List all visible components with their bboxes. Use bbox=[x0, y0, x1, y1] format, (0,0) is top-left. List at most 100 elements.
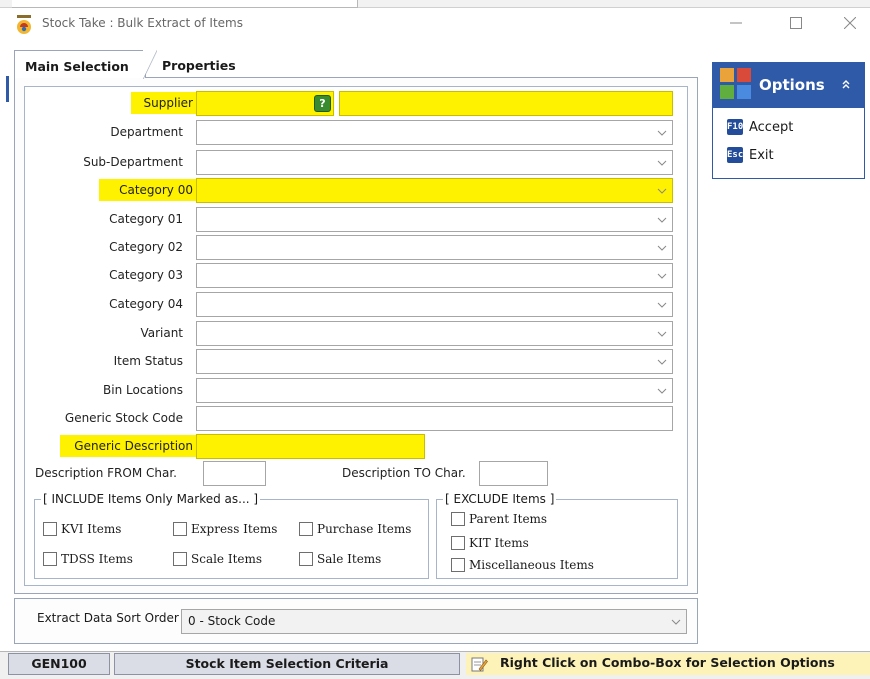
checkbox-box[interactable] bbox=[451, 512, 465, 526]
include-group-legend: [ INCLUDE Items Only Marked as... ] bbox=[41, 492, 261, 506]
question-lookup-icon: ? bbox=[319, 97, 326, 110]
description-to-input[interactable] bbox=[479, 461, 548, 486]
checkbox-box[interactable] bbox=[299, 552, 313, 566]
category-02-label: Category 02 bbox=[109, 240, 183, 254]
category-00-label: Category 00 bbox=[99, 179, 199, 201]
status-hint: Right Click on Combo-Box for Selection O… bbox=[466, 653, 870, 675]
options-title: Options bbox=[759, 76, 825, 94]
description-from-input[interactable] bbox=[203, 461, 266, 486]
checkbox-box[interactable] bbox=[43, 522, 57, 536]
category-04-combo[interactable] bbox=[196, 292, 673, 317]
supplier-name-input[interactable] bbox=[339, 91, 673, 116]
app-logo-icon bbox=[17, 15, 31, 34]
tab-main-selection[interactable]: Main Selection bbox=[14, 50, 157, 79]
supplier-label: Supplier bbox=[131, 92, 199, 114]
exit-label: Exit bbox=[749, 147, 774, 163]
variant-combo[interactable] bbox=[196, 321, 673, 346]
scale-items-checkbox[interactable]: Scale Items bbox=[173, 552, 262, 566]
close-button[interactable] bbox=[830, 10, 870, 36]
accept-label: Accept bbox=[749, 119, 794, 135]
miscellaneous-items-label: Miscellaneous Items bbox=[469, 558, 594, 572]
kit-items-checkbox[interactable]: KIT Items bbox=[451, 536, 529, 550]
options-grid-icon bbox=[720, 68, 751, 99]
status-code: GEN100 bbox=[8, 653, 110, 675]
category-04-label: Category 04 bbox=[109, 297, 183, 311]
selection-criteria-box: Supplier ? Department Sub-Department Cat… bbox=[24, 86, 688, 586]
close-icon bbox=[844, 17, 856, 29]
esc-key-icon: Esc bbox=[727, 147, 743, 163]
minimize-button[interactable] bbox=[716, 10, 756, 36]
maximize-button[interactable] bbox=[776, 10, 816, 36]
item-status-combo[interactable] bbox=[196, 349, 673, 374]
chevron-double-up-icon bbox=[842, 80, 850, 89]
supplier-code-input[interactable]: ? bbox=[196, 91, 334, 116]
supplier-lookup-button[interactable]: ? bbox=[314, 95, 331, 112]
generic-stock-code-input[interactable] bbox=[196, 406, 673, 431]
kvi-items-checkbox[interactable]: KVI Items bbox=[43, 522, 121, 536]
chevron-down-icon[interactable] bbox=[652, 151, 672, 174]
kit-items-label: KIT Items bbox=[469, 536, 529, 550]
chevron-down-icon[interactable] bbox=[652, 350, 672, 373]
exclude-items-group: [ EXCLUDE Items ] Parent Items KIT Items… bbox=[436, 492, 678, 579]
tdss-items-label: TDSS Items bbox=[61, 552, 133, 566]
sort-order-select[interactable]: 0 - Stock Code bbox=[181, 609, 687, 634]
pencil-note-icon bbox=[471, 657, 488, 672]
category-03-combo[interactable] bbox=[196, 263, 673, 288]
chevron-down-icon[interactable] bbox=[652, 208, 672, 231]
chevron-down-icon[interactable] bbox=[652, 179, 672, 202]
description-from-label: Description FROM Char. bbox=[35, 466, 177, 480]
exit-option[interactable]: Esc Exit bbox=[727, 144, 774, 166]
include-items-group: [ INCLUDE Items Only Marked as... ] KVI … bbox=[34, 492, 429, 579]
miscellaneous-items-checkbox[interactable]: Miscellaneous Items bbox=[451, 558, 594, 572]
sub-department-label: Sub-Department bbox=[83, 155, 183, 169]
chevron-down-icon[interactable] bbox=[666, 610, 686, 633]
checkbox-box[interactable] bbox=[451, 536, 465, 550]
generic-description-input[interactable] bbox=[196, 434, 425, 459]
chevron-down-icon[interactable] bbox=[652, 322, 672, 345]
sort-order-label: Extract Data Sort Order bbox=[37, 611, 179, 625]
checkbox-box[interactable] bbox=[451, 558, 465, 572]
checkbox-box[interactable] bbox=[43, 552, 57, 566]
status-bar: GEN100 Stock Item Selection Criteria Rig… bbox=[0, 651, 870, 679]
accept-option[interactable]: F10 Accept bbox=[727, 116, 793, 138]
category-01-combo[interactable] bbox=[196, 207, 673, 232]
purchase-items-label: Purchase Items bbox=[317, 522, 412, 536]
exclude-group-legend: [ EXCLUDE Items ] bbox=[443, 492, 557, 506]
options-panel: Options F10 Accept Esc Exit bbox=[712, 62, 865, 179]
status-hint-text: Right Click on Combo-Box for Selection O… bbox=[500, 655, 835, 670]
chevron-down-icon[interactable] bbox=[652, 293, 672, 316]
sub-department-combo[interactable] bbox=[196, 150, 673, 175]
sale-items-checkbox[interactable]: Sale Items bbox=[299, 552, 381, 566]
category-02-combo[interactable] bbox=[196, 235, 673, 260]
parent-items-label: Parent Items bbox=[469, 512, 548, 526]
purchase-items-checkbox[interactable]: Purchase Items bbox=[299, 522, 411, 536]
background-tab-edge bbox=[12, 0, 358, 8]
generic-description-label: Generic Description bbox=[60, 435, 199, 457]
options-header: Options bbox=[713, 63, 864, 108]
minimize-icon bbox=[730, 22, 742, 24]
checkbox-box[interactable] bbox=[173, 522, 187, 536]
collapse-button[interactable] bbox=[838, 74, 854, 94]
tdss-items-checkbox[interactable]: TDSS Items bbox=[43, 552, 133, 566]
chevron-down-icon[interactable] bbox=[652, 264, 672, 287]
tab-properties[interactable]: Properties bbox=[152, 50, 262, 78]
department-label: Department bbox=[110, 125, 183, 139]
express-items-label: Express Items bbox=[191, 522, 278, 536]
chevron-down-icon[interactable] bbox=[652, 236, 672, 259]
category-00-combo[interactable] bbox=[196, 178, 673, 203]
checkbox-box[interactable] bbox=[299, 522, 313, 536]
sort-order-value: 0 - Stock Code bbox=[188, 614, 276, 628]
window-title: Stock Take : Bulk Extract of Items bbox=[42, 16, 243, 30]
generic-stock-code-label: Generic Stock Code bbox=[64, 411, 183, 425]
checkbox-box[interactable] bbox=[173, 552, 187, 566]
sort-order-panel: Extract Data Sort Order 0 - Stock Code bbox=[14, 598, 698, 644]
chevron-down-icon[interactable] bbox=[652, 121, 672, 144]
bin-locations-combo[interactable] bbox=[196, 378, 673, 403]
category-03-label: Category 03 bbox=[109, 268, 183, 282]
express-items-checkbox[interactable]: Express Items bbox=[173, 522, 277, 536]
kvi-items-label: KVI Items bbox=[61, 522, 122, 536]
maximize-icon bbox=[790, 17, 802, 29]
chevron-down-icon[interactable] bbox=[652, 379, 672, 402]
department-combo[interactable] bbox=[196, 120, 673, 145]
parent-items-checkbox[interactable]: Parent Items bbox=[451, 512, 547, 526]
